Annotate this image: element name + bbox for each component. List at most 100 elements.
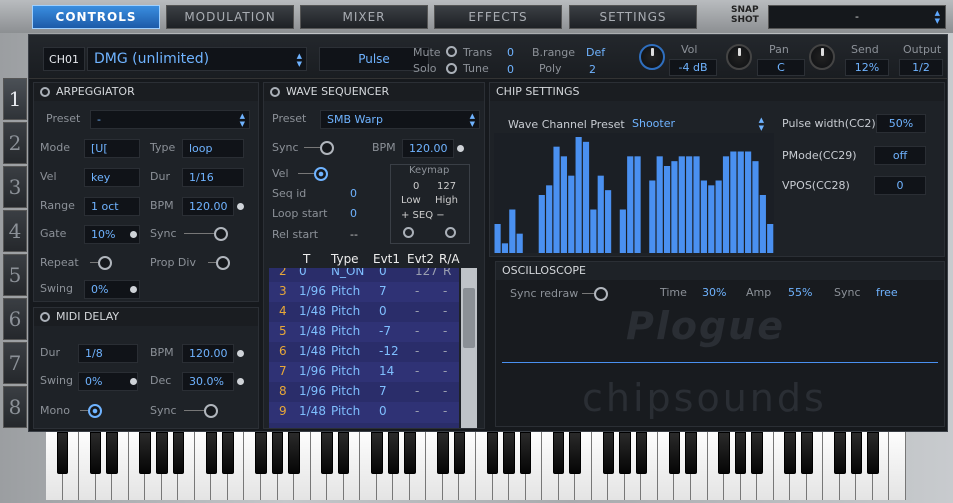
wave-bar[interactable]: [730, 151, 737, 254]
tab-settings[interactable]: SETTINGS: [569, 5, 697, 29]
seq-table-row[interactable]: 9 1/48 Pitch 0 - -: [269, 402, 459, 423]
black-key[interactable]: [288, 432, 300, 474]
delay-swing-field[interactable]: 0%: [78, 372, 138, 391]
wave-bar[interactable]: [597, 175, 604, 253]
keymap-high-value[interactable]: 127: [437, 181, 456, 192]
delay-dec-dot[interactable]: [237, 378, 244, 385]
tune-value[interactable]: 0: [507, 63, 514, 76]
rel-start-value[interactable]: --: [350, 228, 358, 241]
black-key[interactable]: [89, 432, 102, 474]
seq-table-row[interactable]: 3 1/96 Pitch 7 - -: [269, 282, 459, 303]
black-key[interactable]: [172, 432, 185, 474]
mute-toggle[interactable]: [446, 46, 457, 57]
sync-redraw-toggle[interactable]: [582, 287, 608, 301]
black-key[interactable]: [503, 432, 515, 474]
wave-bar[interactable]: [501, 243, 509, 253]
arp-swing-dot[interactable]: [130, 286, 137, 293]
wave-bar[interactable]: [700, 180, 707, 254]
arp-preset-select[interactable]: - ▲ ▼: [90, 110, 250, 129]
wave-bar[interactable]: [494, 224, 501, 253]
black-key[interactable]: [205, 432, 218, 474]
wave-bar[interactable]: [767, 224, 774, 253]
seq-table-row[interactable]: 2 0 N_ON 0 127 R: [269, 268, 459, 283]
delay-bpm-field[interactable]: 120.00: [182, 344, 234, 363]
arp-type-field[interactable]: loop: [182, 139, 244, 158]
piano-keyboard[interactable]: [46, 432, 906, 500]
black-key[interactable]: [619, 432, 631, 474]
delay-mono-toggle[interactable]: [80, 404, 102, 418]
seq-table-row[interactable]: 8 1/96 Pitch 7 - -: [269, 382, 459, 403]
tab-modulation[interactable]: MODULATION: [166, 5, 294, 29]
channel-6-button[interactable]: 6: [3, 298, 27, 340]
black-key[interactable]: [867, 432, 879, 474]
delay-swing-dot[interactable]: [130, 378, 137, 385]
arp-gate-dot[interactable]: [130, 231, 137, 238]
solo-toggle[interactable]: [446, 63, 457, 74]
wave-bar[interactable]: [663, 166, 671, 253]
loop-start-value[interactable]: 0: [350, 207, 357, 220]
arp-range-field[interactable]: 1 oct: [84, 197, 140, 216]
black-key[interactable]: [453, 432, 466, 474]
seq-bpm-field[interactable]: 120.00: [402, 139, 454, 158]
time-value[interactable]: 30%: [702, 286, 726, 299]
wave-bar[interactable]: [590, 209, 597, 254]
wave-bar[interactable]: [582, 141, 590, 253]
arpeggiator-enable-toggle[interactable]: [40, 87, 50, 97]
delay-sync-toggle[interactable]: [184, 404, 218, 418]
arp-dur-field[interactable]: 1/16: [182, 168, 244, 187]
delay-dur-field[interactable]: 1/8: [78, 344, 138, 363]
wave-bar[interactable]: [759, 195, 766, 253]
black-key[interactable]: [56, 432, 69, 474]
black-key[interactable]: [139, 432, 151, 474]
output-select[interactable]: 1/2: [899, 59, 943, 76]
black-key[interactable]: [734, 432, 747, 474]
black-key[interactable]: [718, 432, 730, 474]
wave-table-editor[interactable]: [494, 133, 774, 253]
pan-value[interactable]: C: [757, 59, 805, 76]
seq-table-scrollbar[interactable]: [461, 268, 477, 428]
black-key[interactable]: [255, 432, 267, 474]
snapshot-select[interactable]: - ▲ ▼: [768, 5, 946, 29]
black-key[interactable]: [370, 432, 383, 474]
wave-bar[interactable]: [634, 156, 641, 253]
delay-dec-field[interactable]: 30.0%: [182, 372, 234, 391]
black-key[interactable]: [685, 432, 697, 474]
arp-vel-field[interactable]: key: [84, 168, 140, 187]
poly-value[interactable]: 2: [589, 63, 596, 76]
wave-bar[interactable]: [619, 209, 626, 254]
black-key[interactable]: [437, 432, 449, 474]
wave-bar[interactable]: [722, 156, 730, 253]
black-key[interactable]: [519, 432, 532, 474]
black-key[interactable]: [834, 432, 846, 474]
wave-bar[interactable]: [516, 233, 523, 253]
channel-1-button[interactable]: 1: [3, 78, 27, 120]
black-key[interactable]: [271, 432, 284, 474]
black-key[interactable]: [337, 432, 350, 474]
seq-sync-toggle[interactable]: [304, 141, 334, 155]
arp-mode-field[interactable]: [U[: [84, 139, 140, 158]
wave-bar[interactable]: [693, 156, 700, 253]
wave-bar[interactable]: [678, 156, 685, 253]
pmode-field[interactable]: off: [874, 146, 926, 165]
pulse-width-field[interactable]: 50%: [876, 114, 926, 133]
seq-id-value[interactable]: 0: [350, 187, 357, 200]
channel-8-button[interactable]: 8: [3, 386, 27, 428]
instrument-select[interactable]: DMG (unlimited) ▲ ▼: [87, 47, 307, 71]
white-key[interactable]: [889, 432, 906, 500]
black-key[interactable]: [751, 432, 763, 474]
wave-bar[interactable]: [605, 190, 612, 253]
wave-bar[interactable]: [560, 156, 567, 253]
wave-bar[interactable]: [627, 156, 634, 253]
pan-knob[interactable]: [726, 44, 752, 70]
arp-sync-toggle[interactable]: [184, 227, 228, 241]
black-key[interactable]: [668, 432, 681, 474]
channel-4-button[interactable]: 4: [3, 210, 27, 252]
wave-bar[interactable]: [737, 151, 744, 254]
seq-vel-toggle[interactable]: [298, 167, 328, 181]
wave-bar[interactable]: [686, 156, 693, 253]
black-key[interactable]: [552, 432, 565, 474]
wave-bar[interactable]: [575, 137, 582, 253]
tab-mixer[interactable]: MIXER: [300, 5, 428, 29]
delay-bpm-dot[interactable]: [237, 350, 244, 357]
black-key[interactable]: [569, 432, 581, 474]
